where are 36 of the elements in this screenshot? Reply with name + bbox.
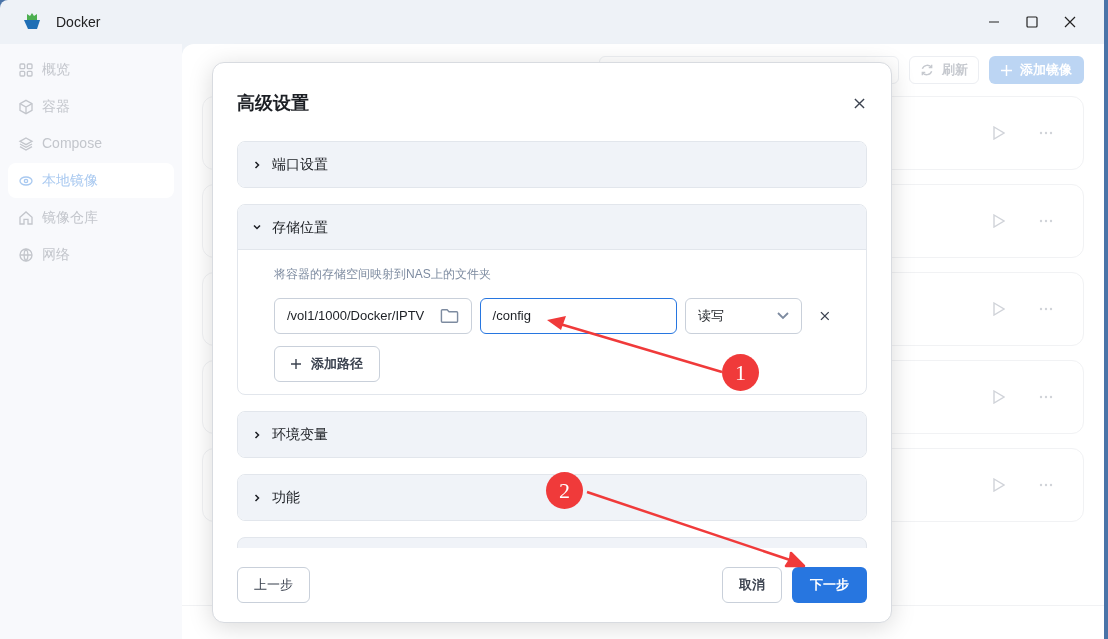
window-title: Docker — [56, 12, 101, 32]
play-icon[interactable] — [993, 126, 1005, 140]
more-icon[interactable] — [1039, 483, 1053, 487]
add-path-button[interactable]: 添加路径 — [274, 346, 380, 382]
section-header[interactable]: 环境变量 — [238, 412, 866, 457]
host-path-field[interactable]: /vol1/1000/Docker/IPTV — [274, 298, 472, 334]
chevron-down-icon — [777, 312, 790, 320]
cancel-button[interactable]: 取消 — [722, 567, 782, 603]
remove-icon[interactable] — [820, 311, 830, 321]
globe-icon — [18, 246, 34, 263]
layers-icon — [18, 135, 34, 152]
play-icon[interactable] — [993, 390, 1005, 404]
plus-icon — [1001, 64, 1012, 76]
previous-step-button[interactable]: 上一步 — [237, 567, 310, 603]
play-icon[interactable] — [993, 478, 1005, 492]
next-step-button[interactable]: 下一步 — [792, 567, 867, 603]
grid-icon — [18, 61, 34, 78]
play-icon[interactable] — [993, 214, 1005, 228]
folder-icon[interactable] — [439, 308, 459, 324]
plus-icon — [291, 359, 301, 369]
mode-dropdown[interactable]: 读写 — [685, 298, 803, 334]
house-icon — [18, 209, 34, 226]
maximize-icon[interactable] — [1026, 16, 1038, 28]
refresh-icon — [920, 63, 934, 77]
play-icon[interactable] — [993, 302, 1005, 316]
close-icon[interactable] — [854, 97, 865, 109]
more-icon[interactable] — [1039, 395, 1053, 399]
dialog-title: 高级设置 — [237, 91, 309, 115]
section-header[interactable]: 端口设置 — [238, 142, 866, 187]
more-icon[interactable] — [1039, 307, 1053, 311]
section-description: 将容器的存储空间映射到NAS上的文件夹 — [274, 266, 492, 283]
more-icon[interactable] — [1039, 131, 1053, 135]
section-header[interactable]: 存储位置 — [238, 205, 866, 250]
more-icon[interactable] — [1039, 219, 1053, 223]
cube-icon — [18, 98, 34, 115]
close-icon[interactable] — [1064, 16, 1076, 28]
